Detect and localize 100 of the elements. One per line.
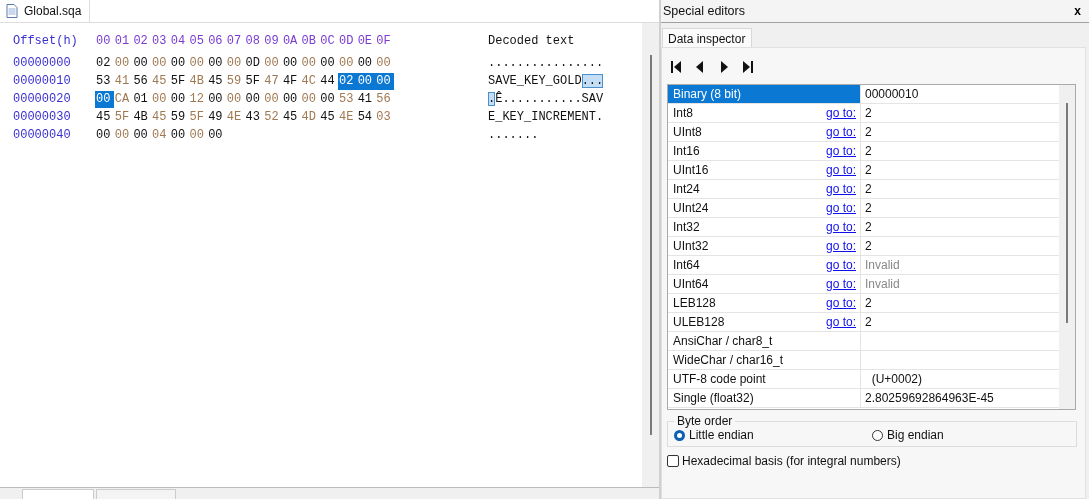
type-label[interactable]: Single (float32): [668, 389, 861, 407]
last-icon[interactable]: [742, 60, 754, 74]
type-label[interactable]: ULEB128 go to:: [668, 313, 861, 331]
radio-option[interactable]: Little endian: [674, 428, 872, 442]
hex-byte[interactable]: 00: [300, 90, 320, 108]
previous-icon[interactable]: [694, 60, 706, 74]
checkbox-option[interactable]: Hexadecimal basis (for integral numbers): [667, 454, 1085, 468]
hex-byte[interactable]: 00: [188, 54, 208, 72]
hex-byte[interactable]: 54: [356, 108, 376, 126]
hex-byte[interactable]: 00: [263, 54, 282, 72]
hex-byte[interactable]: 4E: [225, 108, 245, 126]
hex-byte[interactable]: 00: [207, 90, 226, 108]
hex-byte[interactable]: 00: [132, 126, 152, 144]
hex-byte[interactable]: 00: [113, 54, 133, 72]
hex-byte[interactable]: 00: [319, 90, 338, 108]
hex-byte[interactable]: 00: [169, 54, 189, 72]
hex-byte[interactable]: 00: [337, 54, 357, 72]
hex-byte[interactable]: 00: [207, 126, 226, 144]
hex-byte[interactable]: 00: [356, 72, 376, 90]
type-label[interactable]: Int8 go to:: [668, 104, 861, 122]
hex-byte[interactable]: 4C: [300, 72, 320, 90]
hex-byte[interactable]: 53: [337, 90, 357, 108]
hex-byte[interactable]: 02: [337, 72, 357, 90]
hex-byte[interactable]: 45: [151, 72, 170, 90]
hex-byte[interactable]: 00: [188, 126, 208, 144]
go-to-link[interactable]: go to:: [825, 125, 856, 139]
hex-byte[interactable]: 00: [375, 72, 394, 90]
hex-byte[interactable]: 56: [375, 90, 394, 108]
hex-byte[interactable]: 00: [375, 54, 394, 72]
hex-byte[interactable]: 00: [300, 54, 320, 72]
go-to-link[interactable]: go to:: [825, 106, 856, 120]
hex-byte[interactable]: 44: [319, 72, 338, 90]
radio-icon[interactable]: [872, 429, 883, 441]
hex-byte[interactable]: 00: [207, 54, 226, 72]
hex-byte[interactable]: 00: [244, 90, 264, 108]
decoded-text[interactable]: Ê...........SAV: [495, 92, 604, 106]
hex-byte[interactable]: 00: [151, 54, 170, 72]
type-label[interactable]: UInt24 go to:: [668, 199, 861, 217]
go-to-link[interactable]: go to:: [825, 315, 856, 329]
hex-byte[interactable]: 02: [95, 54, 114, 72]
type-label[interactable]: UInt16 go to:: [668, 161, 861, 179]
type-label[interactable]: Binary (8 bit): [668, 85, 861, 103]
hex-byte[interactable]: 00: [263, 90, 282, 108]
scrollbar[interactable]: [642, 23, 659, 487]
hex-byte[interactable]: 00: [225, 54, 245, 72]
type-label[interactable]: WideChar / char16_t: [668, 351, 861, 369]
hex-byte[interactable]: 5F: [113, 108, 133, 126]
hex-byte[interactable]: 00: [281, 54, 301, 72]
hex-byte[interactable]: 41: [356, 90, 376, 108]
hex-byte[interactable]: 59: [169, 108, 189, 126]
hex-byte[interactable]: 45: [319, 108, 338, 126]
hex-byte[interactable]: 45: [207, 72, 226, 90]
decoded-text[interactable]: SAVE_KEY_GOLD: [488, 74, 582, 88]
hex-byte[interactable]: 04: [151, 126, 170, 144]
decoded-text[interactable]: E_KEY_INCREMENT.: [488, 110, 604, 124]
type-label[interactable]: Int24 go to:: [668, 180, 861, 198]
hex-byte[interactable]: 41: [113, 72, 133, 90]
hex-byte[interactable]: 03: [375, 108, 394, 126]
type-label[interactable]: UTF-8 code point: [668, 370, 861, 388]
go-to-link[interactable]: go to:: [825, 182, 856, 196]
scrollbar[interactable]: [1059, 85, 1075, 409]
go-to-link[interactable]: go to:: [825, 163, 856, 177]
hex-byte[interactable]: 4E: [337, 108, 357, 126]
hex-byte[interactable]: 47: [263, 72, 282, 90]
hex-byte[interactable]: 00: [132, 54, 152, 72]
hex-byte[interactable]: 00: [151, 90, 170, 108]
hex-byte[interactable]: 5F: [169, 72, 189, 90]
hex-byte[interactable]: 00: [225, 90, 245, 108]
checkbox-icon[interactable]: [667, 455, 679, 467]
go-to-link[interactable]: go to:: [825, 201, 856, 215]
hex-byte[interactable]: 00: [169, 126, 189, 144]
hex-byte[interactable]: 0D: [244, 54, 264, 72]
hex-byte[interactable]: 5F: [244, 72, 264, 90]
radio-option[interactable]: Big endian: [872, 428, 1070, 442]
hex-byte[interactable]: 49: [207, 108, 226, 126]
next-icon[interactable]: [718, 60, 730, 74]
hex-byte[interactable]: 00: [113, 126, 133, 144]
go-to-link[interactable]: go to:: [825, 296, 856, 310]
hex-byte[interactable]: 45: [95, 108, 114, 126]
hex-byte[interactable]: 5F: [188, 108, 208, 126]
hex-byte[interactable]: 00: [281, 90, 301, 108]
hex-byte[interactable]: 00: [95, 126, 114, 144]
radio-icon[interactable]: [674, 429, 685, 441]
hex-byte[interactable]: 4B: [188, 72, 208, 90]
type-label[interactable]: AnsiChar / char8_t: [668, 332, 861, 350]
go-to-link[interactable]: go to:: [825, 220, 856, 234]
hex-byte[interactable]: 56: [132, 72, 152, 90]
hex-byte[interactable]: 00: [95, 90, 114, 108]
go-to-link[interactable]: go to:: [825, 239, 856, 253]
close-button[interactable]: x: [1066, 4, 1089, 18]
first-icon[interactable]: [670, 60, 682, 74]
hex-byte[interactable]: 00: [319, 54, 338, 72]
hex-byte[interactable]: 4D: [300, 108, 320, 126]
hex-byte[interactable]: 59: [225, 72, 245, 90]
hex-byte[interactable]: 45: [151, 108, 170, 126]
type-label[interactable]: Int16 go to:: [668, 142, 861, 160]
decoded-text[interactable]: ...: [581, 74, 604, 88]
hex-byte[interactable]: 53: [95, 72, 114, 90]
hex-byte[interactable]: 4B: [132, 108, 152, 126]
go-to-link[interactable]: go to:: [825, 144, 856, 158]
